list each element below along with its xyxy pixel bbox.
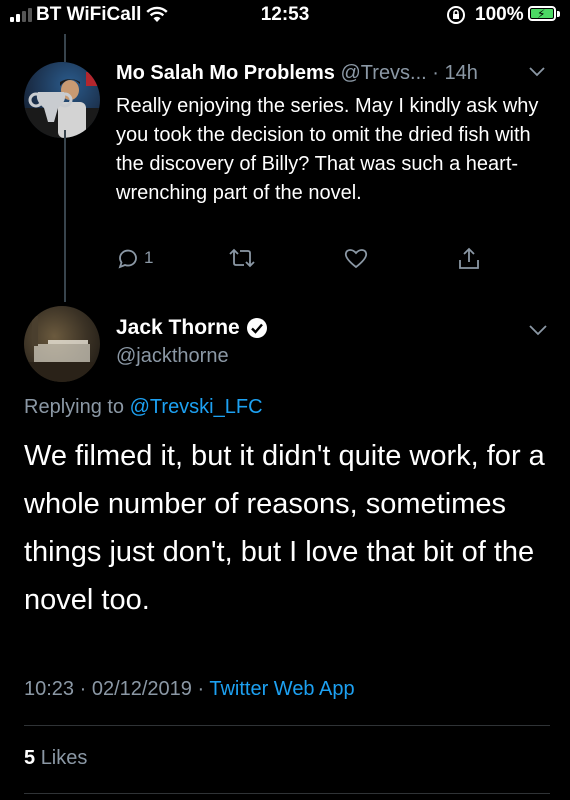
- separator-dot: ·: [432, 62, 439, 84]
- verified-badge-icon: [246, 318, 267, 338]
- heart-icon: [344, 249, 368, 269]
- reply-icon: [118, 249, 137, 269]
- author-handle[interactable]: @jackthorne: [116, 345, 229, 368]
- chevron-down-icon[interactable]: [528, 324, 548, 336]
- retweet-button[interactable]: [228, 246, 256, 270]
- battery-icon: ⚡: [528, 6, 556, 21]
- thread-connector: [64, 130, 66, 302]
- author-name[interactable]: Jack Thorne: [116, 316, 240, 340]
- status-bar: BT WiFiCall 12:53 100% ⚡: [0, 0, 570, 34]
- tweet-timestamp: 10:23 · 02/12/2019 ·: [24, 678, 205, 700]
- tweet-meta: 10:23 · 02/12/2019 · Twitter Web App: [24, 678, 355, 701]
- like-button[interactable]: [343, 246, 369, 270]
- divider: [24, 793, 550, 794]
- parent-tweet-text: Really enjoying the series. May I kindly…: [116, 95, 539, 204]
- tweet-source-link[interactable]: Twitter Web App: [209, 678, 354, 700]
- reply-count: 1: [144, 248, 154, 267]
- retweet-icon: [229, 248, 255, 268]
- parent-author-handle[interactable]: @Trevs...: [341, 62, 427, 84]
- orientation-lock-icon: [447, 6, 465, 24]
- tweet-text: We filmed it, but it didn't quite work, …: [24, 440, 545, 616]
- replying-to-label: Replying to: [24, 396, 125, 418]
- parent-tweet-time: 14h: [444, 62, 478, 84]
- avatar[interactable]: [24, 62, 100, 138]
- likes-count: 5: [24, 747, 36, 769]
- likes-stat[interactable]: 5 Likes: [24, 747, 87, 770]
- author-name-row[interactable]: Jack Thorne: [116, 316, 268, 340]
- share-button[interactable]: [456, 246, 482, 272]
- parent-author-name[interactable]: Mo Salah Mo Problems: [116, 62, 335, 84]
- replying-to: Replying to @Trevski_LFC: [24, 396, 263, 419]
- divider: [24, 725, 550, 726]
- chevron-down-icon[interactable]: [528, 66, 546, 78]
- replying-to-link[interactable]: @Trevski_LFC: [130, 396, 263, 418]
- thread-connector-top: [64, 34, 66, 62]
- parent-tweet-header: Mo Salah Mo Problems @Trevs... · 14h: [116, 62, 478, 85]
- reply-button[interactable]: 1: [116, 246, 153, 270]
- parent-tweet-actions: 1: [0, 246, 570, 276]
- likes-label: Likes: [40, 747, 88, 769]
- battery-percentage: 100%: [475, 4, 524, 25]
- avatar[interactable]: [24, 306, 100, 382]
- share-icon: [459, 247, 479, 269]
- battery-tip: [557, 11, 560, 17]
